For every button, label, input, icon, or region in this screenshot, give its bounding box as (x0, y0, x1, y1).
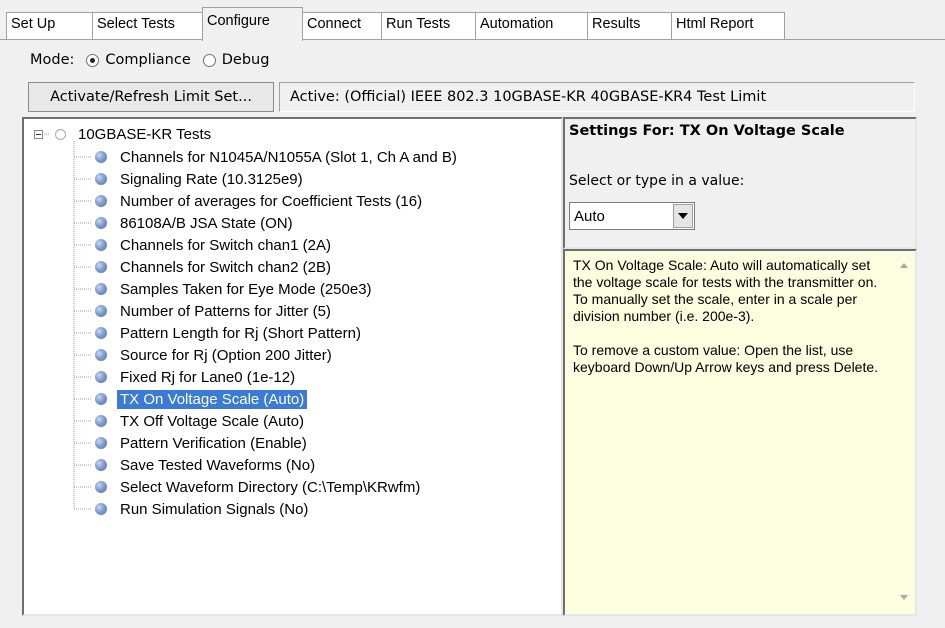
combobox-value[interactable]: Auto (570, 208, 673, 225)
tree-item[interactable]: Channels for Switch chan2 (2B) (95, 256, 334, 278)
tree-item-label[interactable]: Number of Patterns for Jitter (5) (117, 302, 334, 321)
debug-label[interactable]: Debug (222, 52, 270, 68)
collapse-minus-icon[interactable] (34, 129, 43, 139)
tree-item[interactable]: Channels for N1045A/N1055A (Slot 1, Ch A… (95, 146, 460, 168)
debug-radio[interactable] (202, 53, 216, 67)
tree-item-label[interactable]: Pattern Length for Rj (Short Pattern) (117, 324, 364, 343)
scroll-down-arrow-icon[interactable] (900, 595, 908, 600)
help-text: TX On Voltage Scale: Auto will automatic… (573, 257, 888, 393)
blue-ball-icon (95, 349, 107, 361)
tab-connect[interactable]: Connect (302, 12, 382, 39)
blue-ball-icon (95, 261, 107, 273)
help-paragraph-1: TX On Voltage Scale: Auto will automatic… (573, 257, 878, 324)
tab-results[interactable]: Results (587, 12, 672, 39)
tree-item[interactable]: Source for Rj (Option 200 Jitter) (95, 344, 335, 366)
tab-run-tests[interactable]: Run Tests (381, 12, 476, 39)
settings-title: Settings For: TX On Voltage Scale (569, 123, 845, 139)
blue-ball-icon (95, 393, 107, 405)
tab-configure[interactable]: Configure (202, 7, 303, 41)
tree-item[interactable]: Save Tested Waveforms (No) (95, 454, 318, 476)
blue-ball-icon (95, 327, 107, 339)
tree-item-label[interactable]: Fixed Rj for Lane0 (1e-12) (117, 368, 298, 387)
blue-ball-icon (95, 305, 107, 317)
hollow-circle-icon (55, 128, 66, 140)
tab-html-report[interactable]: Html Report (671, 12, 785, 39)
tree-item[interactable]: Select Waveform Directory (C:\Temp\KRwfm… (95, 476, 423, 498)
tree-item-label[interactable]: Pattern Verification (Enable) (117, 434, 310, 453)
tree-root[interactable]: 10GBASE-KR Tests (34, 123, 211, 145)
tree-item[interactable]: Number of Patterns for Jitter (5) (95, 300, 334, 322)
scroll-up-arrow-icon[interactable] (900, 263, 908, 268)
blue-ball-icon (95, 415, 107, 427)
tab-strip: Set Up Select Tests Configure Connect Ru… (0, 0, 945, 41)
help-panel[interactable]: TX On Voltage Scale: Auto will automatic… (563, 249, 917, 616)
blue-ball-icon (95, 437, 107, 449)
active-limit-set-display: Active: (Official) IEEE 802.3 10GBASE-KR… (279, 82, 915, 112)
blue-ball-icon (95, 459, 107, 471)
tree-item-label[interactable]: Samples Taken for Eye Mode (250e3) (117, 280, 375, 299)
blue-ball-icon (95, 173, 107, 185)
blue-ball-icon (95, 151, 107, 163)
tree-item[interactable]: Fixed Rj for Lane0 (1e-12) (95, 366, 298, 388)
tree-item-label[interactable]: Number of averages for Coefficient Tests… (117, 192, 425, 211)
compliance-label[interactable]: Compliance (105, 52, 190, 68)
blue-ball-icon (95, 371, 107, 383)
tree-item-label[interactable]: Select Waveform Directory (C:\Temp\KRwfm… (117, 478, 423, 497)
tree-root-label[interactable]: 10GBASE-KR Tests (78, 126, 211, 143)
blue-ball-icon (95, 503, 107, 515)
blue-ball-icon (95, 283, 107, 295)
blue-ball-icon (95, 217, 107, 229)
help-paragraph-2: To remove a custom value: Open the list,… (573, 342, 879, 375)
test-tree[interactable]: 10GBASE-KR Tests Channels for N1045A/N10… (22, 117, 563, 616)
tree-item[interactable]: Pattern Length for Rj (Short Pattern) (95, 322, 364, 344)
blue-ball-icon (95, 481, 107, 493)
tree-item-label[interactable]: Signaling Rate (10.3125e9) (117, 170, 306, 189)
tree-item[interactable]: Channels for Switch chan1 (2A) (95, 234, 334, 256)
tree-item[interactable]: 86108A/B JSA State (ON) (95, 212, 296, 234)
tree-item[interactable]: Number of averages for Coefficient Tests… (95, 190, 425, 212)
tree-item[interactable]: Samples Taken for Eye Mode (250e3) (95, 278, 375, 300)
combobox-dropdown-button[interactable] (673, 204, 693, 228)
activate-refresh-limit-set-button[interactable]: Activate/Refresh Limit Set... (28, 82, 274, 112)
tree-item[interactable]: Signaling Rate (10.3125e9) (95, 168, 306, 190)
mode-label: Mode: (30, 52, 75, 68)
tab-select-tests[interactable]: Select Tests (92, 12, 203, 39)
tab-automation[interactable]: Automation (475, 12, 588, 39)
tree-item[interactable]: Run Simulation Signals (No) (95, 498, 311, 520)
chevron-down-icon (678, 213, 688, 219)
tree-item-label[interactable]: TX Off Voltage Scale (Auto) (117, 412, 307, 431)
tree-item[interactable]: Pattern Verification (Enable) (95, 432, 310, 454)
tree-item-label[interactable]: Channels for N1045A/N1055A (Slot 1, Ch A… (117, 148, 460, 167)
blue-ball-icon (95, 195, 107, 207)
tree-item-label[interactable]: Channels for Switch chan2 (2B) (117, 258, 334, 277)
settings-panel: Settings For: TX On Voltage Scale Select… (563, 117, 917, 249)
mode-row: Mode: Compliance Debug (30, 48, 269, 72)
tree-item[interactable]: TX Off Voltage Scale (Auto) (95, 410, 307, 432)
compliance-radio[interactable] (86, 53, 100, 67)
value-combobox[interactable]: Auto (569, 202, 695, 230)
tree-item-label[interactable]: Run Simulation Signals (No) (117, 500, 311, 519)
tree-item-label[interactable]: Save Tested Waveforms (No) (117, 456, 318, 475)
tree-item-label[interactable]: Source for Rj (Option 200 Jitter) (117, 346, 335, 365)
blue-ball-icon (95, 239, 107, 251)
tree-item-label[interactable]: Channels for Switch chan1 (2A) (117, 236, 334, 255)
tree-item-label[interactable]: TX On Voltage Scale (Auto) (117, 389, 308, 409)
tree-item[interactable]: TX On Voltage Scale (Auto) (95, 388, 308, 410)
settings-prompt: Select or type in a value: (569, 173, 745, 189)
tab-set-up[interactable]: Set Up (6, 12, 93, 39)
tab-baseline (0, 39, 945, 40)
tree-item-label[interactable]: 86108A/B JSA State (ON) (117, 214, 296, 233)
